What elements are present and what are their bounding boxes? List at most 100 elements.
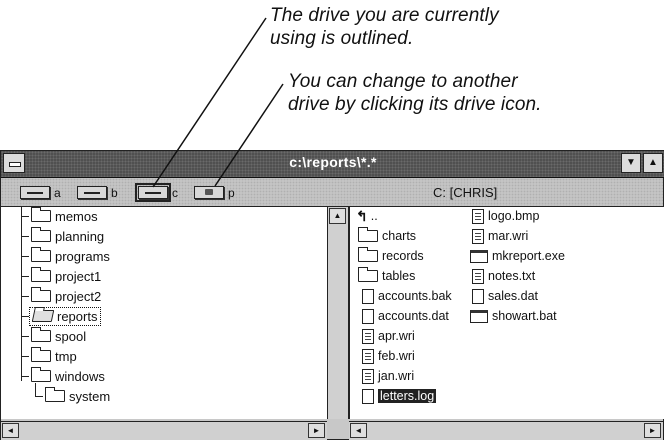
scroll-right-arrow-icon[interactable]: ► [644, 423, 661, 438]
document-icon [472, 208, 484, 224]
file-list-pane[interactable]: ↰ .. charts records tables accounts.bak … [349, 207, 664, 419]
folder-icon [31, 347, 51, 362]
tree-connector [35, 383, 36, 397]
up-directory-icon: ↰ [356, 207, 368, 224]
tree-item-project1[interactable]: project1 [31, 267, 101, 285]
tree-item-label: system [69, 388, 111, 404]
drive-letter: c [172, 185, 178, 200]
floppy-drive-icon [77, 186, 107, 199]
tree-connector [21, 376, 29, 377]
file-item-accounts-bak[interactable]: accounts.bak [362, 287, 452, 305]
open-folder-icon [31, 310, 55, 322]
callout-line: You can change to another [288, 71, 518, 92]
tree-item-label: windows [55, 368, 105, 384]
maximize-button[interactable]: ▲ [643, 153, 663, 173]
drive-b-button[interactable]: b [77, 185, 118, 200]
tree-connector [21, 296, 29, 297]
folder-icon [31, 247, 51, 262]
folder-icon [31, 207, 51, 222]
file-item-notes-txt[interactable]: notes.txt [472, 267, 535, 285]
file-manager-window: c:\reports\*.* ▼ ▲ a b c p C: [CHRIS] me… [0, 150, 664, 440]
document-icon [362, 368, 374, 384]
drive-a-button[interactable]: a [20, 185, 61, 200]
tree-item-label: tmp [55, 348, 77, 364]
drive-letter: a [54, 185, 61, 200]
file-name: letters.log [378, 389, 437, 403]
title-bar[interactable]: c:\reports\*.* ▼ ▲ [1, 151, 664, 178]
minimize-button[interactable]: ▼ [621, 153, 641, 173]
callout-change-drive: You can change to another drive by click… [288, 70, 542, 116]
document-icon [362, 328, 374, 344]
file-name: mar.wri [488, 229, 529, 243]
file-item-feb-wri[interactable]: feb.wri [362, 347, 415, 365]
file-name: accounts.bak [378, 289, 452, 303]
file-item-sales-dat[interactable]: sales.dat [472, 287, 538, 305]
drive-p-button[interactable]: p [194, 185, 235, 200]
folder-icon [358, 267, 378, 282]
scroll-left-arrow-icon[interactable]: ◄ [2, 423, 19, 438]
file-item-logo-bmp[interactable]: logo.bmp [472, 207, 539, 225]
hard-drive-icon [135, 183, 171, 202]
file-icon [362, 288, 374, 304]
document-icon [362, 348, 374, 364]
file-icon [362, 388, 374, 404]
file-name: records [382, 249, 424, 263]
file-item-mkreport-exe[interactable]: mkreport.exe [470, 247, 565, 265]
tree-horizontal-scrollbar[interactable]: ◄ ► [1, 421, 327, 440]
file-icon [362, 308, 374, 324]
tree-item-spool[interactable]: spool [31, 327, 86, 345]
tree-item-planning[interactable]: planning [31, 227, 104, 245]
tree-connector [21, 207, 22, 381]
file-item-parent[interactable]: ↰ .. [356, 207, 378, 225]
folder-icon [31, 267, 51, 282]
tree-item-programs[interactable]: programs [31, 247, 110, 265]
tree-item-label: project2 [55, 288, 102, 304]
file-name: jan.wri [378, 369, 415, 383]
file-name: sales.dat [488, 289, 539, 303]
document-icon [472, 228, 484, 244]
file-name: showart.bat [492, 309, 557, 323]
file-item-mar-wri[interactable]: mar.wri [472, 227, 528, 245]
tree-item-windows[interactable]: windows [31, 367, 105, 385]
file-name: logo.bmp [488, 209, 540, 223]
file-item-letters-log[interactable]: letters.log [362, 387, 437, 405]
tree-item-system[interactable]: system [45, 387, 110, 405]
file-item-tables[interactable]: tables [358, 267, 415, 285]
program-icon [470, 249, 488, 263]
file-item-showart-bat[interactable]: showart.bat [470, 307, 557, 325]
tree-vertical-scrollbar[interactable]: ▲ [328, 207, 349, 419]
folder-icon [31, 287, 51, 302]
tree-item-project2[interactable]: project2 [31, 287, 101, 305]
callout-line: drive by clicking its drive icon. [288, 94, 542, 115]
file-item-apr-wri[interactable]: apr.wri [362, 327, 415, 345]
files-horizontal-scrollbar[interactable]: ◄ ► [349, 421, 663, 440]
file-name: apr.wri [378, 329, 415, 343]
tree-item-label: programs [55, 248, 110, 264]
file-item-charts[interactable]: charts [358, 227, 416, 245]
scroll-up-arrow-icon[interactable]: ▲ [329, 208, 346, 224]
drive-c-button[interactable]: c [135, 183, 178, 202]
file-name: charts [382, 229, 417, 243]
tree-connector [21, 316, 29, 317]
tree-connector [21, 236, 29, 237]
scroll-left-arrow-icon[interactable]: ◄ [350, 423, 367, 438]
tree-item-reports[interactable]: reports [28, 306, 102, 326]
folder-icon [31, 327, 51, 342]
tree-item-tmp[interactable]: tmp [31, 347, 77, 365]
file-item-records[interactable]: records [358, 247, 424, 265]
tree-item-label: planning [55, 228, 105, 244]
tree-item-label: memos [55, 208, 98, 224]
file-name: mkreport.exe [492, 249, 565, 263]
scroll-right-arrow-icon[interactable]: ► [308, 423, 325, 438]
tree-item-memos[interactable]: memos [31, 207, 98, 225]
folder-icon [358, 247, 378, 262]
file-name: .. [370, 209, 378, 223]
directory-tree-pane[interactable]: memos planning programs project1 project… [1, 207, 328, 419]
tree-connector [21, 256, 29, 257]
callout-line: The drive you are currently [270, 5, 499, 26]
file-item-jan-wri[interactable]: jan.wri [362, 367, 414, 385]
file-item-accounts-dat[interactable]: accounts.dat [362, 307, 449, 325]
folder-icon [31, 227, 51, 242]
volume-label: C: [CHRIS] [433, 185, 498, 200]
document-icon [472, 268, 484, 284]
